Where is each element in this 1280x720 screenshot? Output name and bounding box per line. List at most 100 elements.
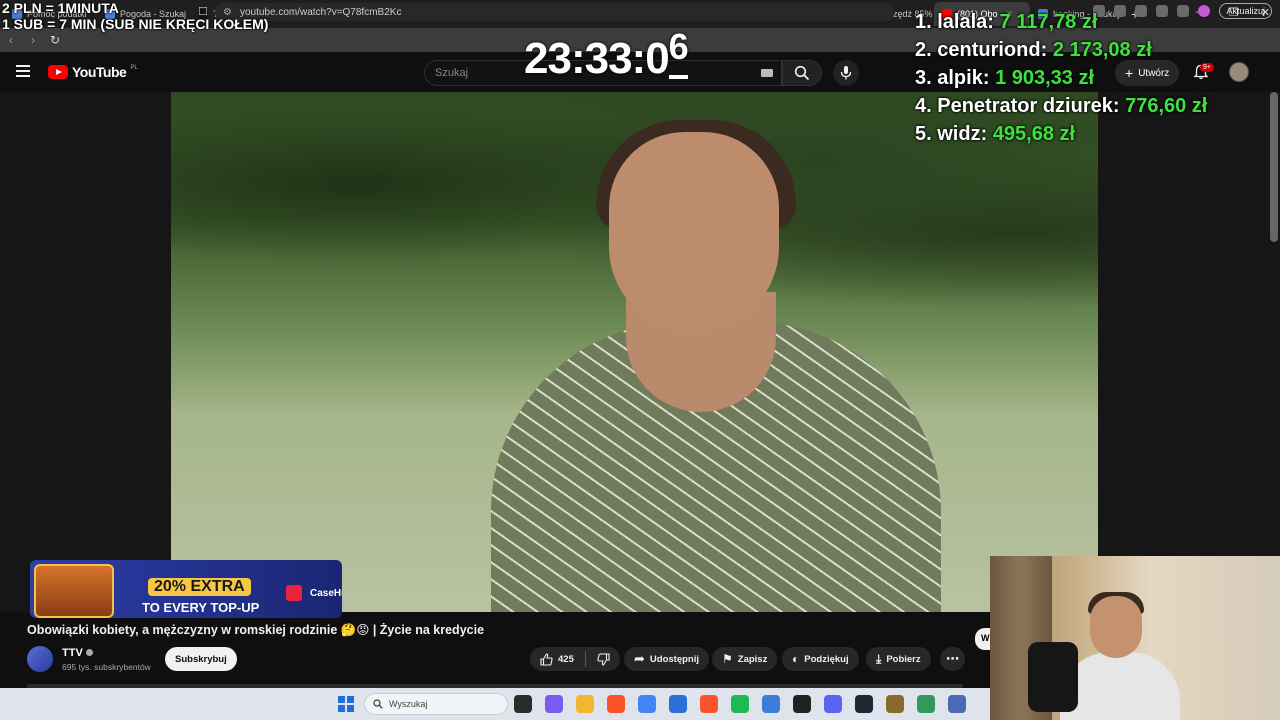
more-actions-button[interactable]: ⋯ <box>940 647 965 671</box>
search-icon <box>794 65 810 81</box>
leaderboard-rank: 5. <box>915 123 932 145</box>
avatar[interactable] <box>1229 62 1249 82</box>
leaderboard-row: 1. lalala: 7 117,78 zł <box>915 8 1207 36</box>
windows-start-icon[interactable] <box>338 696 354 712</box>
donation-rule-2: 1 SUB = 7 MIN (SUB NIE KRĘCI KOŁEM) <box>2 16 269 32</box>
donation-leaderboard: 1. lalala: 7 117,78 zł 2. centuriond: 2 1… <box>915 8 1207 148</box>
discord-icon[interactable] <box>824 695 842 713</box>
share-button[interactable]: ➦ Udostępnij <box>624 647 709 671</box>
steam-icon[interactable] <box>855 695 873 713</box>
leaderboard-name: lalala: <box>937 11 994 33</box>
leaderboard-amount: 776,60 zł <box>1125 95 1208 117</box>
channel-name[interactable]: TTV <box>62 647 93 659</box>
file-explorer-icon[interactable] <box>576 695 594 713</box>
player-letterbox-left <box>0 92 171 612</box>
divider <box>584 651 586 667</box>
forward-icon[interactable]: › <box>22 33 44 47</box>
download-button[interactable]: ⤓ Pobierz <box>866 647 931 671</box>
store-icon[interactable] <box>669 695 687 713</box>
search-icon <box>373 699 383 709</box>
subscriber-count: 695 tys. subskrybentów <box>62 662 151 672</box>
notepad-icon[interactable] <box>762 695 780 713</box>
treasure-chest-icon <box>34 564 114 618</box>
save-button[interactable]: ⚑ Zapisz <box>712 647 778 671</box>
reload-icon[interactable]: ↻ <box>44 33 66 47</box>
page-scrollbar[interactable] <box>1270 92 1278 242</box>
video-person-face <box>609 132 779 332</box>
chrome-icon[interactable] <box>638 695 656 713</box>
save-label: Zapisz <box>737 653 768 665</box>
leaderboard-name: Penetrator dziurek: <box>937 95 1120 117</box>
leaderboard-name: alpik: <box>937 67 990 89</box>
like-count: 425 <box>558 653 574 665</box>
app-l-icon[interactable] <box>886 695 904 713</box>
donation-rule-1: 2 PLN = 1MINUTA <box>2 0 119 16</box>
calculator-icon[interactable] <box>948 695 966 713</box>
leaderboard-amount: 7 117,78 zł <box>999 11 1098 33</box>
thanks-button[interactable]: ◐ Podziękuj <box>782 647 859 671</box>
leaderboard-row: 5. widz: 495,68 zł <box>915 120 1207 148</box>
subscribe-button[interactable]: Subskrybuj <box>165 647 237 671</box>
video-player[interactable] <box>0 92 1280 612</box>
webcam-shirt <box>1060 652 1180 720</box>
thumbs-up-icon <box>540 652 553 666</box>
casehug-logo-icon <box>286 585 302 601</box>
leaderboard-rank: 2. <box>915 39 932 61</box>
thumbs-down-icon[interactable] <box>597 652 610 666</box>
leaderboard-row: 3. alpik: 1 903,33 zł <box>915 64 1207 92</box>
keyboard-icon[interactable] <box>761 69 773 77</box>
like-dislike-group: 425 <box>530 647 620 671</box>
promo-line-1: 20% EXTRA <box>148 578 251 596</box>
youtube-logo[interactable]: YouTube PL <box>48 64 138 80</box>
country-code: PL <box>130 65 138 71</box>
timer-last-digit: 6 <box>668 26 689 67</box>
leaderboard-amount: 495,68 zł <box>992 123 1076 145</box>
youtube-logo-text: YouTube <box>72 64 127 80</box>
youtube-play-icon <box>48 65 68 79</box>
like-button[interactable]: 425 <box>540 652 574 666</box>
update-button[interactable]: Aktualizuj <box>1219 3 1272 19</box>
leaderboard-amount: 2 173,08 zł <box>1052 39 1152 61</box>
video-frame[interactable] <box>171 92 1098 612</box>
promo-brand: CaseHug <box>310 588 342 599</box>
player-letterbox-right <box>1098 92 1280 612</box>
channel-name-text: TTV <box>62 647 83 659</box>
obs-icon[interactable] <box>793 695 811 713</box>
copilot-icon[interactable] <box>545 695 563 713</box>
app-green-icon[interactable] <box>917 695 935 713</box>
promo-line-2: TO EVERY TOP-UP <box>142 600 260 615</box>
side-panel-button[interactable]: W <box>975 628 991 650</box>
bookmark-icon: ⚑ <box>722 652 733 666</box>
voice-search-button[interactable] <box>833 60 859 86</box>
leaderboard-rank: 1. <box>915 11 932 33</box>
brave-active-icon[interactable] <box>700 695 718 713</box>
donation-rules-overlay: 2 PLN = 1MINUTA 1 SUB = 7 MIN (SUB NIE K… <box>2 0 268 32</box>
webcam-microphone <box>1028 642 1078 712</box>
timer-main: 23:33:0 <box>524 34 670 83</box>
download-icon: ⤓ <box>876 651 882 666</box>
leaderboard-row: 2. centuriond: 2 173,08 zł <box>915 36 1207 64</box>
leaderboard-rank: 4. <box>915 95 932 117</box>
back-icon[interactable]: ‹ <box>0 33 22 47</box>
search-button[interactable] <box>782 60 822 86</box>
taskbar-search[interactable]: Wyszukaj <box>364 693 508 715</box>
casehug-promo-banner: 20% EXTRA TO EVERY TOP-UP CaseHug <box>30 560 342 618</box>
subathon-timer: 23:33:06 <box>524 26 689 84</box>
microphone-icon <box>840 66 852 80</box>
spotify-icon[interactable] <box>731 695 749 713</box>
leaderboard-name: centuriond: <box>937 39 1048 61</box>
leaderboard-amount: 1 903,33 zł <box>995 67 1095 89</box>
windows-taskbar: Wyszukaj <box>0 688 990 720</box>
menu-icon[interactable] <box>16 65 30 77</box>
taskbar-search-placeholder: Wyszukaj <box>389 699 428 709</box>
thanks-icon: ◐ <box>792 652 800 666</box>
video-title: Obowiązki kobiety, a mężczyzny w romskie… <box>27 623 485 637</box>
share-icon: ➦ <box>634 651 645 666</box>
brave-icon[interactable] <box>607 695 625 713</box>
url-field[interactable]: ⚙ youtube.com/watch?v=Q78fcmB2Kc <box>215 3 895 21</box>
thanks-label: Podziękuj <box>804 653 849 665</box>
download-label: Pobierz <box>886 653 921 665</box>
task-view-icon[interactable] <box>514 695 532 713</box>
webcam-face <box>1090 596 1142 658</box>
channel-avatar[interactable] <box>27 646 53 672</box>
